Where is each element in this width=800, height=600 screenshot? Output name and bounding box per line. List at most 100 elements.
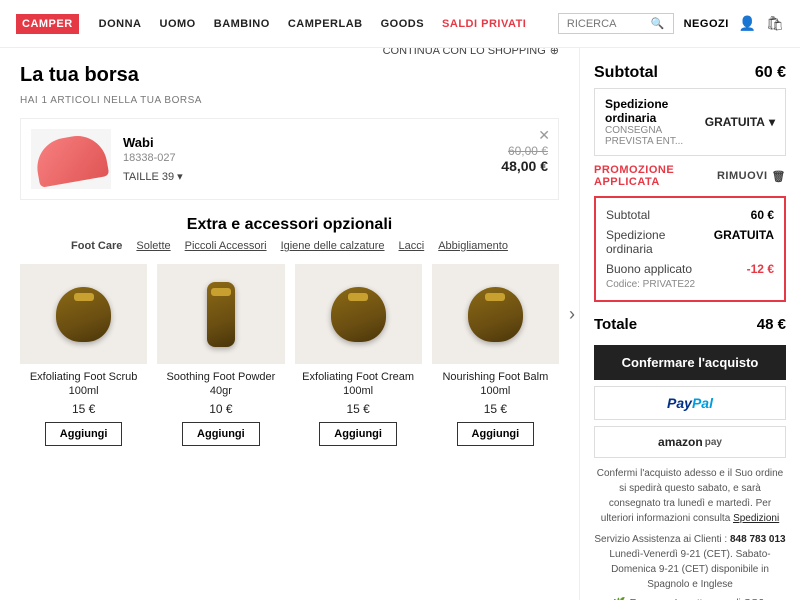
tab-lacci[interactable]: Lacci — [399, 240, 425, 252]
cart-icon[interactable]: 🛍 — [766, 15, 784, 32]
accessories-title: Extra e accessori opzionali — [20, 216, 559, 234]
acc-img-inner-3 — [331, 287, 386, 342]
remove-label: RIMUOVI — [717, 170, 768, 182]
acc-img-1 — [20, 264, 147, 364]
product-details: Wabi 18338-027 TAILLE 39 ▾ — [123, 135, 501, 183]
acc-price-4: 15 € — [432, 402, 559, 416]
acc-img-4 — [432, 264, 559, 364]
service-phone[interactable]: 848 783 013 — [730, 534, 786, 545]
acc-name-4: Nourishing Foot Balm 100ml — [432, 370, 559, 399]
acc-img-inner-4 — [468, 287, 523, 342]
acc-price-2: 10 € — [157, 402, 284, 416]
summary-shipping-value: GRATUITA — [714, 228, 774, 256]
summary-subtotal-row: Subtotal 60 € — [606, 208, 774, 222]
subtotal-amount: 60 € — [755, 64, 786, 82]
nav-sale[interactable]: SALDI PRIVATI — [442, 18, 526, 30]
shipping-info: Spedizione ordinaria CONSEGNA PREVISTA E… — [605, 97, 705, 147]
service-info: Servizio Assistenza ai Clienti : 848 783… — [594, 532, 786, 592]
acc-price-3: 15 € — [295, 402, 422, 416]
add-acc-3-button[interactable]: Aggiungi — [319, 422, 397, 446]
checkout-button[interactable]: Confermare l'acquisto — [594, 345, 786, 380]
remove-item-button[interactable]: ✕ — [538, 127, 550, 144]
accessories-grid: Exfoliating Foot Scrub 100ml 15 € Aggiun… — [20, 264, 559, 446]
accessories-tabs: Foot Care Solette Piccoli Accessori Igie… — [20, 240, 559, 252]
nav-goods[interactable]: GOODS — [381, 18, 424, 30]
spedizioni-link[interactable]: Spedizioni — [733, 513, 779, 524]
summary-subtotal-label: Subtotal — [606, 208, 650, 222]
product-image-inner — [33, 131, 110, 187]
tab-piccoli[interactable]: Piccoli Accessori — [185, 240, 267, 252]
shipping-amount: GRATUITA ▾ — [705, 115, 775, 129]
acc-product-4: Nourishing Foot Balm 100ml 15 € Aggiungi — [432, 264, 559, 446]
cart-item: Wabi 18338-027 TAILLE 39 ▾ 60,00 € 48,00… — [20, 118, 559, 200]
sale-price: 48,00 € — [501, 158, 548, 174]
shipping-row[interactable]: Spedizione ordinaria CONSEGNA PREVISTA E… — [594, 88, 786, 156]
remove-promo-button[interactable]: RIMUOVI 🗑 — [717, 170, 786, 183]
chevron-down-icon: ▾ — [177, 170, 183, 183]
header-actions: 🔍 NEGOZI 👤 🛍 — [558, 13, 784, 34]
items-count: HAI 1 ARTICOLI NELLA TUA BORSA — [20, 95, 559, 106]
shipping-name: Spedizione ordinaria — [605, 97, 705, 125]
coupon-code: Codice: PRIVATE22 — [606, 279, 695, 290]
nav-donna[interactable]: DONNA — [99, 18, 142, 30]
shipping-value: GRATUITA — [705, 115, 765, 129]
product-image — [31, 129, 111, 189]
acc-product-3: Exfoliating Foot Cream 100ml 15 € Aggiun… — [295, 264, 422, 446]
tab-abbigliamento[interactable]: Abbigliamento — [438, 240, 508, 252]
product-ref: 18338-027 — [123, 152, 501, 164]
nav-camperlab[interactable]: CAMPERLAB — [288, 18, 363, 30]
search-box[interactable]: 🔍 — [558, 13, 674, 34]
original-price: 60,00 € — [501, 144, 548, 158]
add-acc-1-button[interactable]: Aggiungi — [45, 422, 123, 446]
summary-box: Subtotal 60 € Spedizione ordinaria GRATU… — [594, 196, 786, 302]
cart-section: La tua borsa CONTINUA CON LO SHOPPING ⊕ … — [0, 48, 580, 600]
user-icon[interactable]: 👤 — [739, 15, 756, 32]
acc-img-2 — [157, 264, 284, 364]
tab-footcare[interactable]: Foot Care — [71, 240, 122, 252]
size-selector[interactable]: TAILLE 39 ▾ — [123, 170, 501, 183]
product-name: Wabi — [123, 135, 501, 150]
service-label: Servizio Assistenza ai Clienti : — [594, 534, 727, 545]
acc-name-1: Exfoliating Foot Scrub 100ml — [20, 370, 147, 399]
acc-img-inner-1 — [56, 287, 111, 342]
summary-subtotal-value: 60 € — [751, 208, 774, 222]
acc-product-1: Exfoliating Foot Scrub 100ml 15 € Aggiun… — [20, 264, 147, 446]
size-label: TAILLE 39 — [123, 171, 174, 183]
summary-coupon-row: Buono applicato Codice: PRIVATE22 -12 € — [606, 262, 774, 290]
tab-igiene[interactable]: Igiene delle calzature — [281, 240, 385, 252]
acc-price-1: 15 € — [20, 402, 147, 416]
add-acc-4-button[interactable]: Aggiungi — [457, 422, 535, 446]
next-arrow-icon[interactable]: › — [569, 304, 575, 325]
amazon-logo: amazon pay — [658, 435, 722, 449]
promo-row: PROMOZIONE APPLICATA RIMUOVI 🗑 — [594, 164, 786, 188]
total-label: Totale — [594, 316, 637, 333]
acc-name-3: Exfoliating Foot Cream 100ml — [295, 370, 422, 399]
logo[interactable]: CAMPER — [16, 14, 79, 34]
add-acc-2-button[interactable]: Aggiungi — [182, 422, 260, 446]
nav-bambino[interactable]: BAMBINO — [214, 18, 270, 30]
amazon-pay-button[interactable]: amazon pay — [594, 426, 786, 458]
acc-product-2: Soothing Foot Powder 40gr 10 € Aggiungi — [157, 264, 284, 446]
paypal-button[interactable]: PayPal — [594, 386, 786, 420]
total-row: Totale 48 € — [594, 312, 786, 333]
summary-shipping-row: Spedizione ordinaria GRATUITA — [606, 228, 774, 256]
accessories-section: Extra e accessori opzionali Foot Care So… — [20, 216, 559, 446]
delivery-info: Confermi l'acquisto adesso e il Suo ordi… — [594, 466, 786, 526]
subtotal-header: Subtotal 60 € — [594, 64, 786, 82]
continue-shopping-label: CONTINUA CON LO SHOPPING — [383, 48, 546, 57]
product-prices: 60,00 € 48,00 € — [501, 144, 548, 174]
shipping-note: CONSEGNA PREVISTA ENT... — [605, 125, 705, 147]
page-title: La tua borsa — [20, 64, 139, 87]
plus-icon: ⊕ — [550, 48, 559, 57]
search-input[interactable] — [567, 18, 647, 30]
header: CAMPER DONNA UOMO BAMBINO CAMPERLAB GOOD… — [0, 0, 800, 48]
total-amount: 48 € — [757, 316, 786, 333]
service-hours: Lunedì-Venerdì 9-21 (CET). Sabato-Domeni… — [609, 549, 770, 590]
nav-uomo[interactable]: UOMO — [160, 18, 196, 30]
continue-shopping-button[interactable]: CONTINUA CON LO SHOPPING ⊕ — [383, 48, 559, 57]
stores-label[interactable]: NEGOZI — [684, 18, 729, 30]
acc-name-2: Soothing Foot Powder 40gr — [157, 370, 284, 399]
subtotal-label: Subtotal — [594, 64, 658, 82]
order-summary-sidebar: Subtotal 60 € Spedizione ordinaria CONSE… — [580, 48, 800, 600]
tab-solette[interactable]: Solette — [136, 240, 170, 252]
